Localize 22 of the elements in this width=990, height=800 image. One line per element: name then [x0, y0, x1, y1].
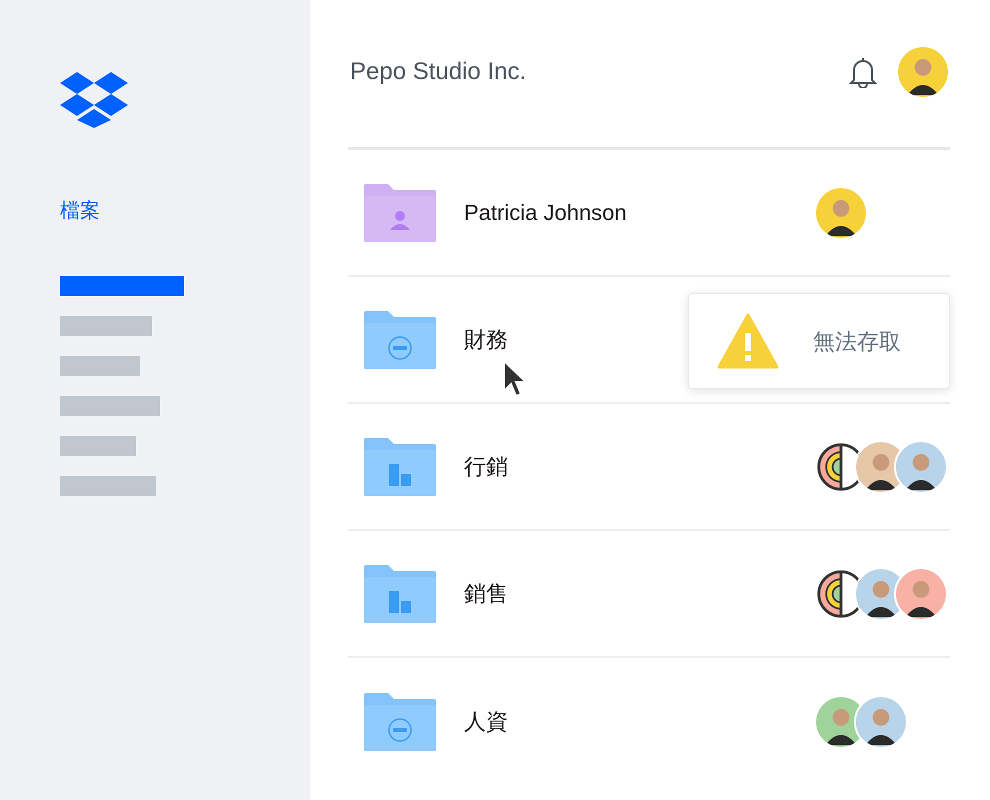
- dropbox-logo-icon: [60, 72, 128, 128]
- folder-icon: [364, 438, 436, 496]
- sidebar-item-placeholder[interactable]: [60, 316, 152, 336]
- folder-name[interactable]: 人資: [464, 705, 508, 738]
- warning-icon: [717, 313, 779, 369]
- tooltip-text: 無法存取: [813, 328, 901, 356]
- folder-icon: [364, 564, 436, 622]
- sidebar-item-placeholder[interactable]: [60, 396, 160, 416]
- folder-name[interactable]: 財務: [464, 323, 508, 356]
- folder-icon: [364, 692, 436, 750]
- bell-icon[interactable]: [848, 56, 878, 88]
- folder-icon: [364, 310, 436, 368]
- folder-icon: [364, 184, 436, 242]
- folder-name[interactable]: Patricia Johnson: [464, 196, 627, 229]
- sidebar-title[interactable]: 檔案: [60, 196, 310, 226]
- sidebar-item-placeholder[interactable]: [60, 276, 184, 296]
- workspace-title: Pepo Studio Inc.: [350, 56, 526, 86]
- sidebar-item-placeholder[interactable]: [60, 476, 156, 496]
- sidebar-item-placeholder[interactable]: [60, 436, 136, 456]
- folder-name[interactable]: 行銷: [464, 450, 508, 483]
- sidebar-item-placeholder[interactable]: [60, 356, 140, 376]
- folder-name[interactable]: 銷售: [464, 577, 508, 610]
